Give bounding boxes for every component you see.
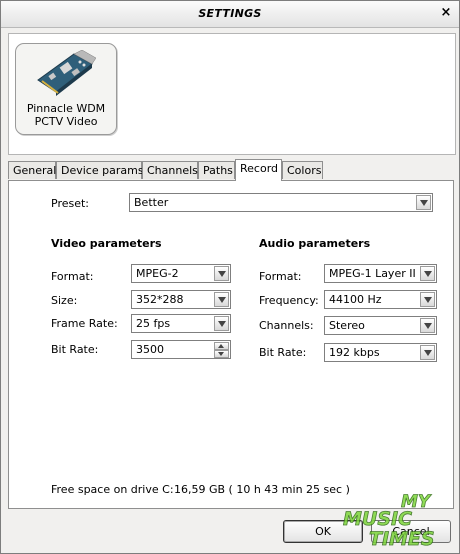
window-title: SETTINGS — [198, 7, 262, 20]
spin-down-icon[interactable] — [214, 350, 229, 358]
audio-frequency-select[interactable]: 44100 Hz — [324, 290, 437, 309]
audio-format-value: MPEG-1 Layer II — [329, 267, 416, 280]
video-bitrate-spinner[interactable]: 3500 — [131, 340, 231, 359]
close-icon[interactable]: × — [439, 6, 453, 20]
chevron-down-icon[interactable] — [420, 345, 435, 360]
tab-device-params[interactable]: Device params — [56, 161, 144, 179]
video-size-value: 352*288 — [136, 293, 184, 306]
audio-bitrate-label: Bit Rate: — [259, 346, 307, 359]
chevron-down-icon[interactable] — [420, 318, 435, 333]
chevron-down-icon[interactable] — [416, 195, 431, 210]
capture-card-icon — [37, 50, 96, 96]
audio-channels-select[interactable]: Stereo — [324, 316, 437, 335]
dialog-footer: OK Cancel — [1, 513, 459, 553]
chevron-down-icon[interactable] — [420, 292, 435, 307]
tab-paths[interactable]: Paths — [198, 161, 235, 179]
device-name-line2: PCTV Video — [34, 115, 98, 128]
tab-general[interactable]: General — [8, 161, 56, 179]
audio-format-label: Format: — [259, 270, 302, 283]
settings-window: SETTINGS × Pinnacle WDM PCTV Video Gener… — [0, 0, 460, 554]
device-name-line1: Pinnacle WDM — [26, 102, 106, 115]
video-size-label: Size: — [51, 294, 78, 307]
video-size-select[interactable]: 352*288 — [131, 290, 231, 309]
preset-value: Better — [134, 196, 169, 209]
tab-channels[interactable]: Channels — [142, 161, 198, 179]
audio-channels-value: Stereo — [329, 319, 365, 332]
device-name: Pinnacle WDM PCTV Video — [16, 102, 116, 128]
audio-frequency-value: 44100 Hz — [329, 293, 382, 306]
cancel-button[interactable]: Cancel — [371, 520, 451, 543]
chevron-down-icon[interactable] — [214, 266, 229, 281]
record-tab-panel: Preset: Better Video parameters Audio pa… — [8, 180, 454, 509]
audio-bitrate-value: 192 kbps — [329, 346, 380, 359]
tab-record[interactable]: Record — [235, 159, 282, 181]
video-format-value: MPEG-2 — [136, 267, 179, 280]
video-framerate-select[interactable]: 25 fps — [131, 314, 231, 333]
video-bitrate-label: Bit Rate: — [51, 343, 99, 356]
video-framerate-value: 25 fps — [136, 317, 171, 330]
audio-format-select[interactable]: MPEG-1 Layer II — [324, 264, 437, 283]
audio-frequency-label: Frequency: — [259, 294, 319, 307]
tab-strip: General Device params Channels Paths Rec… — [8, 159, 454, 181]
free-space-value: 16,59 GB ( 10 h 43 min 25 sec ) — [174, 483, 350, 496]
video-format-label: Format: — [51, 270, 94, 283]
spin-up-icon[interactable] — [214, 342, 229, 350]
audio-channels-label: Channels: — [259, 319, 314, 332]
chevron-down-icon[interactable] — [214, 292, 229, 307]
preset-label: Preset: — [51, 197, 90, 210]
video-format-select[interactable]: MPEG-2 — [131, 264, 231, 283]
video-parameters-heading: Video parameters — [51, 237, 162, 250]
audio-parameters-heading: Audio parameters — [259, 237, 371, 250]
audio-bitrate-select[interactable]: 192 kbps — [324, 343, 437, 362]
title-bar: SETTINGS × — [1, 1, 459, 28]
preset-select[interactable]: Better — [129, 193, 433, 212]
device-card[interactable]: Pinnacle WDM PCTV Video — [15, 43, 117, 135]
ok-button[interactable]: OK — [283, 520, 363, 543]
free-space-label: Free space on drive C: — [51, 483, 174, 496]
device-panel: Pinnacle WDM PCTV Video — [8, 33, 456, 155]
video-framerate-label: Frame Rate: — [51, 317, 118, 330]
chevron-down-icon[interactable] — [420, 266, 435, 281]
video-bitrate-value: 3500 — [136, 343, 164, 356]
tab-colors[interactable]: Colors — [282, 161, 323, 179]
chevron-down-icon[interactable] — [214, 316, 229, 331]
